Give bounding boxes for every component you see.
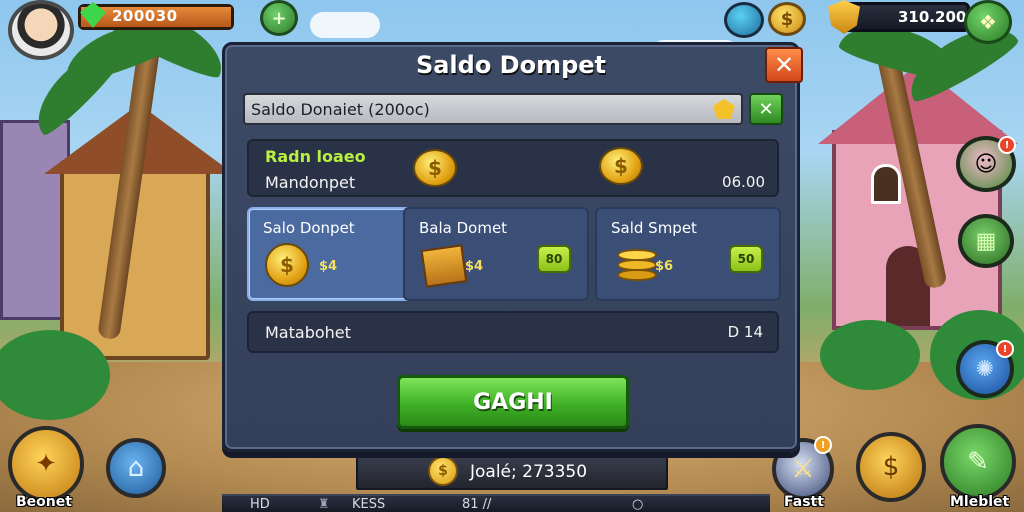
coin-stack-icon [611,243,661,287]
inventory-button[interactable]: ❖ [964,0,1012,44]
treasure-chest-icon [419,243,469,288]
sword-icon: ⚔ [791,454,815,484]
quest-button[interactable]: ▦ [958,214,1014,268]
strip-mid-text: KESS [352,497,386,512]
close-icon: ✕ [758,98,774,120]
strip-left-text: HD [250,497,270,512]
battle-button-label: Fastt [784,494,824,510]
notification-badge: ! [996,340,1014,358]
meta-label: Matabohet [265,323,351,342]
gold-gem-icon [713,99,735,119]
wallet-balance-dialog: Saldo Dompet ✕ ✕ Radn loaeo Mandonpet $ … [222,42,803,452]
gold-coin-icon: $ [263,243,313,287]
meta-info-panel: Matabohet D 14 [247,311,779,353]
friend-avatar-button[interactable]: ☺ ! [956,136,1016,192]
close-icon: ✕ [773,51,795,79]
package-price: $6 [655,259,674,274]
edit-button-label: Mleblet [950,494,1010,510]
input-clear-button[interactable]: ✕ [749,93,783,125]
pencil-icon: ✎ [967,447,989,477]
strip-right-text: 81 // [462,497,492,512]
package-title: Sald Smpet [611,219,697,237]
wallet-input-row [243,93,743,125]
puzzle-icon: ❖ [979,10,997,34]
gold-coin-icon: $ [780,8,794,30]
gem-balance-value: 200030 [112,7,178,25]
add-gems-button[interactable]: + [260,0,298,36]
wallet-button[interactable]: ✦ [8,426,84,502]
cloud [310,12,380,38]
shop-icon: ⌂ [127,453,145,483]
shop-button[interactable]: ⌂ [106,438,166,498]
coin-exchange-button[interactable]: $ [856,432,926,502]
notification-badge: ! [814,436,832,454]
package-price: $4 [465,259,484,274]
buy-button[interactable]: 50 [729,245,763,273]
total-balance-value: Joalé; 273350 [470,462,588,482]
currency-value: 310.200 [898,8,967,26]
gold-coin-icon: $ [413,149,457,187]
quest-scroll-icon: ▦ [975,228,997,254]
package-card-2[interactable]: Bala Domet $4 80 [403,207,589,301]
search-icon[interactable]: ○ [632,497,643,512]
info-heading: Radn loaeo [265,147,366,166]
player-avatar-icon[interactable] [8,0,74,60]
gold-coin-icon: $ [599,147,643,185]
close-button[interactable]: ✕ [765,47,803,83]
package-price: $4 [319,259,338,274]
package-card-3[interactable]: Sald Smpet $6 50 [595,207,781,301]
meta-value: D 14 [727,323,763,341]
package-title: Salo Donpet [263,219,355,237]
guild-emblem-icon: ✺ [975,356,995,382]
edit-button[interactable]: ✎ [940,424,1016,500]
dialog-title: Saldo Dompet [415,51,607,79]
friend-avatar-icon: ☺ [974,151,998,177]
info-label: Mandonpet [265,173,356,192]
world-map-button[interactable] [724,2,764,38]
confirm-button[interactable]: GAGHI [397,375,629,429]
bush [820,320,920,390]
info-value: 06.00 [722,173,765,191]
gold-coin-icon: $ [428,456,458,486]
notification-badge: ! [998,136,1016,154]
buy-button[interactable]: 80 [537,245,571,273]
gold-coin-icon: $ [882,452,900,482]
lock-icon: ♜ [318,497,330,512]
balance-info-panel: Radn loaeo Mandonpet $ $ 06.00 [247,139,779,197]
bottom-status-strip: HD ♜ KESS 81 // ○ [222,494,770,512]
package-title: Bala Domet [419,219,508,237]
chevron-down-icon: + [271,7,287,29]
coin-shop-button[interactable]: $ [768,2,806,36]
wallet-input[interactable] [251,97,691,121]
treasure-chest-icon: ✦ [35,449,57,479]
wallet-button-label: Beonet [16,494,72,510]
guild-button[interactable]: ✺ ! [956,340,1014,398]
